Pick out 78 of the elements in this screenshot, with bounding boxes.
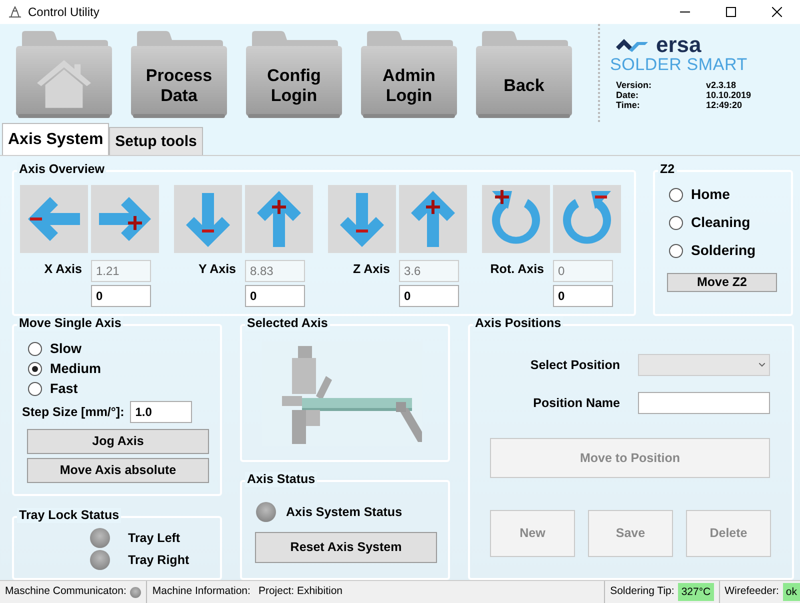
radio-button[interactable]: [28, 362, 42, 376]
lamp-label: Axis System Status: [286, 504, 402, 521]
field-label: Position Name: [532, 394, 620, 412]
jog-button[interactable]: [553, 185, 621, 253]
step-size-field[interactable]: 1.0: [130, 401, 192, 423]
status-label: Maschine Communicaton:: [5, 584, 126, 600]
lamp-label: Tray Right: [128, 552, 190, 569]
tab[interactable]: Axis System: [2, 123, 110, 155]
action-button[interactable]: Jog Axis: [27, 429, 209, 454]
radio-button[interactable]: [669, 216, 683, 230]
jog-button[interactable]: [245, 185, 313, 253]
window-title: Control Utility: [28, 4, 100, 21]
action-button[interactable]: Move Axis absolute: [27, 458, 209, 483]
lamp-label: Tray Left: [128, 530, 180, 547]
axis-label: X Axis: [43, 260, 83, 278]
folder-button[interactable]: Back: [474, 30, 574, 120]
folder-button[interactable]: Admin Login: [359, 30, 459, 120]
jog-button[interactable]: [399, 185, 467, 253]
wirefeeder-value: ok: [782, 583, 800, 601]
radio-button[interactable]: [28, 382, 42, 396]
radio-button[interactable]: [28, 342, 42, 356]
axis-label: Rot. Axis: [489, 260, 545, 278]
jog-button[interactable]: [482, 185, 550, 253]
position-name-field[interactable]: [638, 392, 770, 414]
home-button[interactable]: [14, 30, 114, 120]
reset-button[interactable]: Reset Axis System: [255, 532, 437, 563]
info-label: Time:: [616, 100, 641, 110]
axis-label: Y Axis: [197, 260, 237, 278]
info-value: 10.10.2019: [706, 90, 752, 100]
move-z2-button[interactable]: Move Z2: [667, 273, 777, 292]
step-size-label: Step Size [mm/°]:: [22, 404, 124, 421]
maximize-icon: [726, 7, 736, 17]
info-value: 12:49:20: [706, 100, 744, 110]
status-label: Soldering Tip:: [610, 584, 674, 600]
caret-icon: [759, 363, 765, 367]
target-value-field[interactable]: 0: [553, 285, 613, 307]
home-icon: [37, 60, 91, 108]
jog-button[interactable]: [20, 185, 88, 253]
jog-button[interactable]: [328, 185, 396, 253]
brand-name: ersa: [656, 34, 702, 56]
minimize-icon: [680, 11, 690, 13]
current-value-field[interactable]: 8.83: [245, 260, 305, 282]
group-title: Tray Lock Status: [17, 508, 122, 523]
tab[interactable]: Setup tools: [109, 127, 203, 155]
product-name: SOLDER SMART: [610, 56, 748, 74]
field-label: Select Position: [529, 356, 620, 374]
option-label: Home: [691, 186, 730, 203]
close-icon: [772, 7, 782, 17]
info-value: v2.3.18: [706, 80, 738, 90]
status-text: Project: Exhibition: [258, 584, 342, 600]
radio-button[interactable]: [669, 244, 683, 258]
radio-button[interactable]: [669, 188, 683, 202]
jog-button[interactable]: [91, 185, 159, 253]
target-value-field[interactable]: 0: [399, 285, 459, 307]
option-label: Cleaning: [691, 214, 750, 231]
temperature-value: 327°C: [678, 583, 714, 601]
target-value-field[interactable]: 0: [91, 285, 151, 307]
folder-button[interactable]: Config Login: [244, 30, 344, 120]
info-label: Version:: [616, 80, 653, 90]
position-dropdown[interactable]: [638, 354, 770, 376]
logo-icon: [616, 38, 648, 52]
group-title: Axis Status: [245, 472, 318, 487]
target-value-field[interactable]: 0: [245, 285, 305, 307]
option-label: Slow: [50, 340, 82, 357]
jog-button[interactable]: [174, 185, 242, 253]
option-label: Medium: [50, 360, 102, 377]
status-label: Machine Information:: [152, 584, 250, 600]
current-value-field[interactable]: 1.21: [91, 260, 151, 282]
current-value-field[interactable]: 3.6: [399, 260, 459, 282]
group-title: Move Single Axis: [17, 316, 124, 331]
option-label: Fast: [50, 380, 78, 397]
info-label: Date:: [616, 90, 640, 100]
option-label: Soldering: [691, 242, 756, 259]
axis-label: Z Axis: [352, 260, 391, 278]
status-label: Wirefeeder:: [724, 584, 779, 600]
app-icon: [8, 6, 22, 18]
folder-button[interactable]: Process Data: [129, 30, 229, 120]
current-value-field[interactable]: 0: [553, 260, 613, 282]
